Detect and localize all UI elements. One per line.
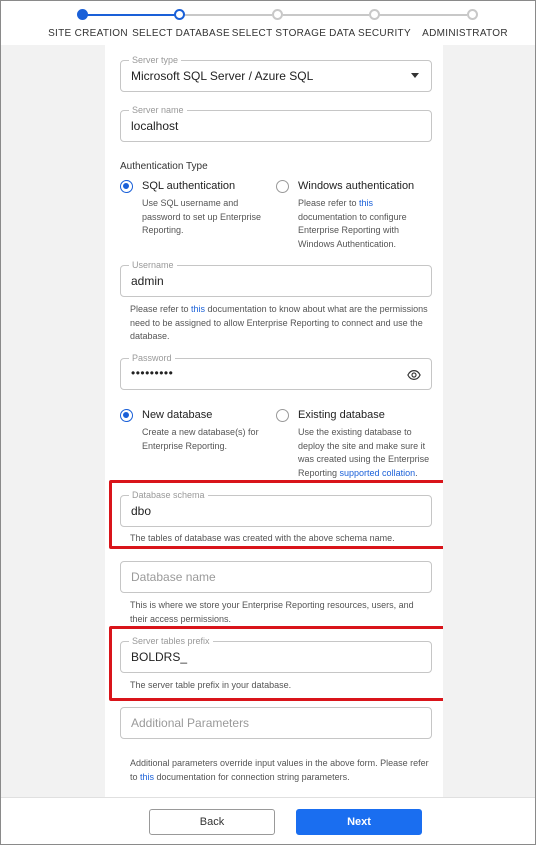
windows-auth-doc-link[interactable]: this bbox=[359, 198, 373, 208]
existing-database-label[interactable]: Existing database bbox=[298, 409, 385, 421]
server-type-select[interactable]: Server type Microsoft SQL Server / Azure… bbox=[120, 54, 432, 92]
database-form-card: Server type Microsoft SQL Server / Azure… bbox=[105, 45, 443, 797]
sql-auth-description: Use SQL username and password to set up … bbox=[142, 198, 262, 235]
windows-auth-description: Please refer to this documentation to co… bbox=[298, 197, 416, 251]
table-prefix-help: The server table prefix in your database… bbox=[130, 680, 292, 690]
server-type-label: Server type bbox=[129, 54, 182, 66]
wizard-footer: Back Next bbox=[1, 797, 535, 844]
step-dot-select-database[interactable] bbox=[174, 9, 185, 20]
step-dot-data-security[interactable] bbox=[369, 9, 380, 20]
windows-auth-desc-text-2: documentation to configure Enterprise Re… bbox=[298, 211, 407, 249]
step-dot-site-creation[interactable] bbox=[77, 9, 88, 20]
server-name-value: localhost bbox=[131, 119, 179, 133]
auth-type-title: Authentication Type bbox=[120, 161, 208, 172]
step-dot-select-storage[interactable] bbox=[272, 9, 283, 20]
table-prefix-value: BOLDRS_ bbox=[131, 650, 188, 664]
sql-auth-radio[interactable] bbox=[120, 180, 133, 193]
additional-parameters-help: Additional parameters override input val… bbox=[130, 757, 430, 784]
database-schema-field[interactable]: Database schema dbo bbox=[120, 489, 432, 527]
step-connector bbox=[87, 14, 175, 16]
database-name-field[interactable]: Database name bbox=[120, 561, 432, 593]
windows-auth-label[interactable]: Windows authentication bbox=[298, 180, 414, 192]
database-name-help: This is where we store your Enterprise R… bbox=[130, 600, 414, 624]
new-database-description: Create a new database(s) for Enterprise … bbox=[142, 427, 259, 451]
username-label: Username bbox=[129, 259, 177, 271]
step-label-select-storage: SELECT STORAGE bbox=[231, 28, 327, 39]
new-database-radio[interactable] bbox=[120, 409, 133, 422]
dropdown-arrow-icon[interactable] bbox=[411, 73, 419, 78]
server-name-label: Server name bbox=[129, 104, 187, 116]
step-connector bbox=[185, 14, 272, 16]
additional-parameters-field[interactable]: Additional Parameters bbox=[120, 707, 432, 739]
password-field[interactable]: Password ••••••••• bbox=[120, 352, 432, 390]
step-connector bbox=[283, 14, 369, 16]
step-label-select-database: SELECT DATABASE bbox=[132, 28, 230, 39]
setup-wizard-window: SITE CREATION SELECT DATABASE SELECT STO… bbox=[0, 0, 536, 845]
database-name-placeholder: Database name bbox=[131, 570, 216, 584]
sql-auth-label[interactable]: SQL authentication bbox=[142, 180, 235, 192]
password-label: Password bbox=[129, 352, 175, 364]
step-connector bbox=[379, 14, 467, 16]
existing-db-desc-text-2: . bbox=[415, 467, 418, 478]
connection-string-doc-link[interactable]: this bbox=[140, 772, 154, 782]
existing-database-radio[interactable] bbox=[276, 409, 289, 422]
server-type-value: Microsoft SQL Server / Azure SQL bbox=[131, 69, 314, 83]
windows-auth-desc-text: Please refer to bbox=[298, 198, 360, 208]
database-schema-help: The tables of database was created with … bbox=[130, 533, 395, 543]
table-prefix-label: Server tables prefix bbox=[129, 635, 213, 647]
eye-icon[interactable] bbox=[407, 368, 421, 382]
additional-parameters-placeholder: Additional Parameters bbox=[131, 716, 250, 730]
supported-collation-link[interactable]: supported collation bbox=[340, 468, 416, 478]
username-help: Please refer to this documentation to kn… bbox=[130, 303, 430, 344]
step-label-administrator: ADMINISTRATOR bbox=[422, 28, 508, 39]
database-schema-value: dbo bbox=[131, 504, 152, 518]
new-database-label[interactable]: New database bbox=[142, 409, 212, 421]
username-field[interactable]: Username admin bbox=[120, 259, 432, 297]
table-prefix-field[interactable]: Server tables prefix BOLDRS_ bbox=[120, 635, 432, 673]
step-label-site-creation: SITE CREATION bbox=[48, 28, 128, 39]
database-schema-label: Database schema bbox=[129, 489, 208, 501]
next-button[interactable]: Next bbox=[296, 809, 422, 835]
username-value: admin bbox=[131, 274, 164, 288]
username-help-text: Please refer to bbox=[130, 304, 192, 314]
additional-help-text-2: documentation for connection string para… bbox=[154, 771, 350, 782]
server-name-field[interactable]: Server name localhost bbox=[120, 104, 432, 142]
existing-database-description: Use the existing database to deploy the … bbox=[298, 426, 430, 480]
back-button[interactable]: Back bbox=[149, 809, 275, 835]
password-value: ••••••••• bbox=[131, 366, 174, 380]
permissions-doc-link[interactable]: this bbox=[191, 304, 205, 314]
step-dot-administrator[interactable] bbox=[467, 9, 478, 20]
step-label-data-security: DATA SECURITY bbox=[329, 28, 411, 39]
progress-stepper: SITE CREATION SELECT DATABASE SELECT STO… bbox=[1, 1, 535, 45]
windows-auth-radio[interactable] bbox=[276, 180, 289, 193]
